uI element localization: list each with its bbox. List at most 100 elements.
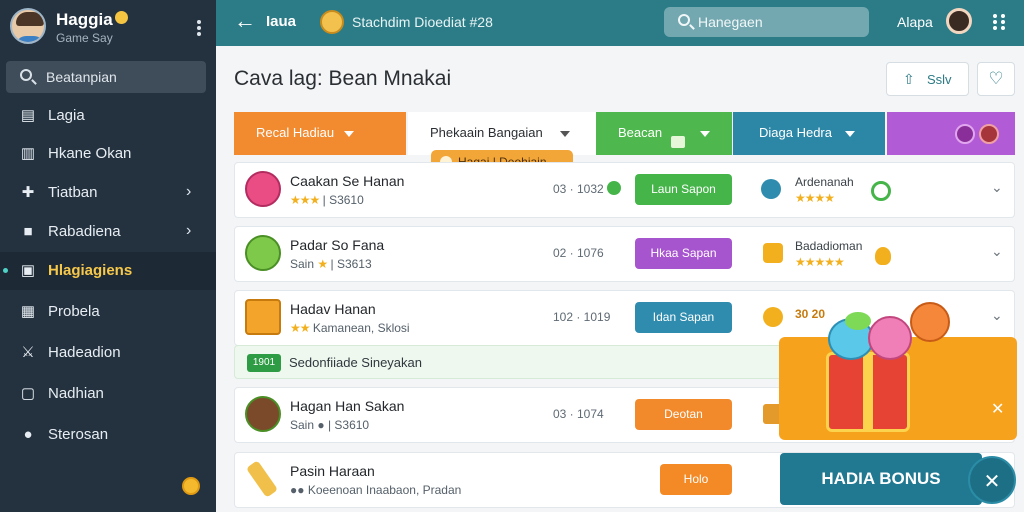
tab-phekaain-bangaian[interactable]: Phekaain Bangaian [408,112,596,155]
document-icon: ▤ [20,107,36,124]
mascot-icon [320,10,344,34]
badge-icon [871,181,891,201]
user-name[interactable]: Alapa [897,14,933,30]
share-icon: ⇧ [903,71,915,87]
row-action-button[interactable]: Idan Sapan [635,302,732,333]
chevron-down-icon[interactable]: ⌄ [991,179,1003,196]
row-meta: ★★★ | S3610 [290,193,364,207]
row-meta-code: S3610 [334,418,370,432]
candy-icon [245,171,281,207]
pencil-icon [245,460,279,498]
sidebar-item-label: Hadeadion [48,344,121,361]
search-icon [20,69,32,81]
tab-diaga-hedra[interactable]: Diaga Hedra [733,112,885,155]
row-meta: ★★ Kamanean, Sklosi [290,321,410,335]
apps-grid-icon[interactable] [993,14,1007,30]
row-meta-label: Kamanean, Sklosi [312,321,410,335]
smiley-icon [245,235,281,271]
top-search-input[interactable]: Hanegaen [664,7,869,37]
row-time: 02 · 1076 [553,246,604,260]
row-stat: Ardenanah [795,175,854,189]
row-name: Hagan Han Sakan [290,398,405,414]
monkey-avatar-icon[interactable] [946,8,972,34]
row-action-button[interactable]: Hkaa Sapan [635,238,732,269]
top-search-placeholder: Hanegaen [698,14,763,30]
star-rating: ★★★★ [795,191,835,205]
sidebar-item-nadhian[interactable]: ▢ Nadhian [0,375,216,413]
row-meta: Sain ● | S3610 [290,418,370,432]
more-options-icon[interactable] [196,20,202,38]
sword-icon: ⚔ [21,344,35,361]
sidebar-search-input[interactable]: Beatanpian [6,61,206,93]
sidebar-item-hkane-okan[interactable]: ▥ Hkane Okan [0,135,216,173]
puzzle-icon: ✚ [21,184,35,201]
fruit-icon [875,247,891,265]
sidebar-item-label: Hkane Okan [48,145,132,162]
sidebar-item-label: Sterosan [48,426,109,443]
star-rating: ★★ [290,321,310,335]
fruit-icon [910,302,950,342]
sidebar-item-hadeadion[interactable]: ⚔ Hadeadion [0,334,216,372]
row-meta-label: Sain [290,257,315,271]
tab-label: Recal Hadiau [256,125,335,140]
sidebar-item-lagia[interactable]: ▤ Lagia [0,97,216,135]
sidebar-item-label: Rabadiena [48,223,121,240]
profile-header[interactable]: Haggia Game Say [10,8,210,48]
status-icon [607,181,621,195]
row-meta-code: S3610 [329,193,364,207]
folder-icon: ■ [23,223,33,240]
tab-monsters[interactable] [887,112,1015,155]
tab-label: Diaga Hedra [759,125,832,140]
row-stat: 30 20 [795,307,826,321]
sidebar-item-hlagiagiens[interactable]: ▣ Hlagiagiens [0,252,216,290]
row-action-button[interactable]: Holo [660,464,732,495]
chevron-down-icon[interactable]: ⌄ [991,307,1003,324]
row-action-button[interactable]: Deotan [635,399,732,430]
avatar[interactable] [10,8,46,44]
chevron-down-icon[interactable]: ⌄ [991,243,1003,260]
favorite-button[interactable]: ♡ [977,62,1015,96]
sidebar-item-probela[interactable]: ▦ Probela [0,293,216,331]
row-name: Caakan Se Hanan [290,173,405,189]
sidebar-search-placeholder: Beatanpian [46,69,117,85]
row-action-button[interactable]: Laun Sapon [635,174,732,205]
coin-icon[interactable] [182,477,200,495]
table-row[interactable]: Caakan Se Hanan ★★★ | S3610 03 · 1032 La… [234,162,1015,218]
bar-chart-icon: ▥ [20,145,36,162]
bonus-button[interactable]: HADIA BONUS [780,453,982,505]
row-name: Pasin Haraan [290,463,375,479]
row-meta-label: Sain [290,418,315,432]
sidebar-item-label: Lagia [48,107,85,124]
share-button[interactable]: ⇧ Sslv [886,62,969,96]
heart-icon: ♡ [988,69,1004,88]
close-icon[interactable]: ✕ [991,399,1004,419]
chevron-down-icon [845,131,855,137]
sidebar-item-rabadiena[interactable]: ■ Rabadiena › [0,213,216,251]
table-row[interactable]: Padar So Fana Sain ★ | S3613 02 · 1076 H… [234,226,1015,282]
circle-icon: ● [23,426,33,443]
row-time: 102 · 1019 [553,310,611,324]
sidebar-item-label: Hlagiagiens [48,262,133,279]
sidebar-item-tiatban[interactable]: ✚ Tiatban › [0,174,216,212]
leaf-icon [845,312,871,330]
sidebar-item-sterosan[interactable]: ● Sterosan [0,416,216,454]
badge-icon [668,124,690,148]
chevron-down-icon [560,131,570,137]
row-time: 03 · 1032 [553,182,604,196]
search-icon [678,14,690,26]
top-subtitle: Stachdim Dioediat #28 [352,14,493,30]
back-arrow-icon[interactable]: ← [234,10,256,32]
top-title: Iaua [266,13,297,30]
gift-icon [826,352,910,432]
star-rating: ★ [317,257,328,271]
monster-icon [955,124,975,144]
row-meta: ●● Koeenoan Inaabaon, Pradan [290,483,462,497]
monster-icon [979,124,999,144]
tab-recal-hadiau[interactable]: Recal Hadiau [234,112,406,155]
sidebar-item-label: Tiatban [48,184,98,201]
sidebar-item-label: Nadhian [48,385,104,402]
trophy-icon [763,243,783,263]
close-icon[interactable]: ✕ [968,456,1016,504]
tab-beacan[interactable]: Beacan [596,112,732,155]
window-icon: ▢ [20,385,36,402]
